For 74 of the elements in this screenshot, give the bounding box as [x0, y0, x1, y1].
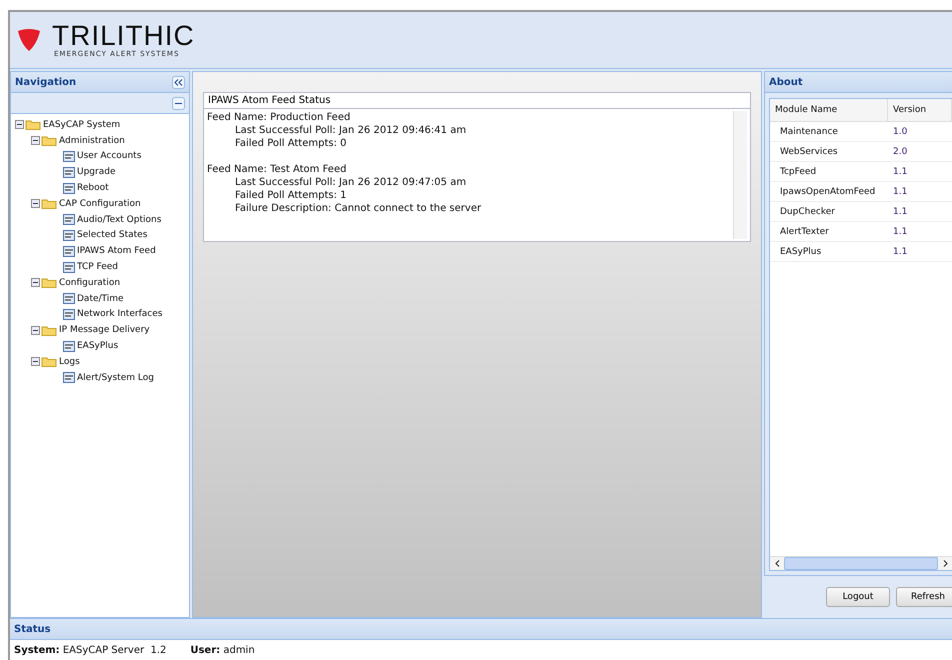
page-icon — [63, 230, 75, 241]
table-cell: 1.1 — [888, 242, 952, 262]
brand-name: TRILITHIC — [52, 22, 195, 50]
table-cell: 1.1 — [888, 162, 952, 182]
tree-item[interactable]: Date/Time — [15, 290, 189, 307]
tree-item[interactable]: Configuration — [15, 274, 189, 291]
tree-item[interactable]: TCP Feed — [15, 259, 189, 275]
feed-detail: Failed Poll Attempts: 0 — [234, 137, 348, 150]
horizontal-scrollbar[interactable] — [770, 556, 952, 570]
feed-name: Feed Name: Production Feed — [207, 111, 352, 124]
feed-name: Feed Name: Test Atom Feed — [207, 163, 348, 176]
table-cell: 1.1 — [888, 202, 952, 222]
feed-detail: Last Successful Poll: Jan 26 2012 09:46:41 am — [234, 124, 468, 137]
page-icon — [63, 150, 75, 162]
folder-icon — [15, 119, 41, 130]
table-cell: WebServices — [770, 142, 888, 162]
tree-item[interactable]: Administration — [15, 132, 189, 149]
scroll-left-icon[interactable] — [774, 560, 780, 567]
box-title: IPAWS Atom Feed Status — [208, 95, 331, 106]
tree-item[interactable]: Upgrade — [15, 164, 189, 180]
table-cell: 1.1 — [888, 222, 952, 242]
page-icon — [63, 293, 75, 304]
tree-item[interactable]: IP Message Delivery — [15, 322, 189, 338]
table-cell: AlertTexter — [770, 222, 888, 242]
table-cell: DupChecker — [770, 202, 888, 222]
table-cell: TcpFeed — [770, 162, 888, 182]
tree-item[interactable]: CAP Configuration — [15, 196, 189, 212]
page-icon — [63, 246, 75, 257]
page-icon — [63, 340, 75, 352]
folder-icon — [31, 356, 57, 368]
table-cell: 2.0 — [888, 142, 952, 162]
collapse-all-button[interactable] — [172, 96, 185, 110]
status-title: Status — [14, 624, 51, 634]
column-header[interactable]: Module Name — [770, 99, 888, 122]
table-cell: 1.0 — [888, 122, 952, 142]
tree-item[interactable]: Reboot — [15, 180, 189, 196]
table-cell: IpawsOpenAtomFeed — [770, 182, 888, 202]
folder-icon — [31, 135, 57, 146]
panel-title: Navigation — [15, 76, 76, 88]
tree-item[interactable]: EASyPlus — [15, 338, 189, 354]
folder-icon — [31, 198, 57, 210]
tree-item[interactable]: Logs — [15, 354, 189, 370]
table-cell: 1.1 — [888, 182, 952, 202]
action-button[interactable]: Refresh — [896, 587, 952, 607]
panel-title: About — [769, 76, 803, 88]
feed-detail: Last Successful Poll: Jan 26 2012 09:47:05 am — [234, 176, 468, 189]
page-icon — [63, 182, 75, 194]
scrollbar[interactable] — [733, 111, 747, 239]
folder-icon — [31, 324, 57, 336]
folder-icon — [31, 277, 57, 288]
tree-item[interactable]: Network Interfaces — [15, 306, 189, 322]
minus-icon — [175, 102, 182, 104]
status-field: System: EASyCAP Server 1.2 — [14, 644, 166, 656]
status-field: User: admin — [190, 644, 255, 656]
logo-icon — [16, 28, 42, 52]
tree-item[interactable]: EASyCAP System — [15, 117, 189, 133]
column-header[interactable]: Version — [888, 99, 952, 122]
tree-item[interactable]: IPAWS Atom Feed — [15, 243, 189, 260]
scroll-right-icon[interactable] — [942, 560, 948, 567]
collapse-button[interactable] — [172, 76, 185, 88]
page-icon — [63, 166, 75, 178]
table-cell: EASyPlus — [770, 242, 888, 262]
feed-detail: Failed Poll Attempts: 1 — [234, 189, 348, 202]
tree-item[interactable]: Audio/Text Options — [15, 212, 189, 228]
action-button[interactable]: Logout — [826, 587, 890, 607]
tree-item[interactable]: Selected States — [15, 228, 189, 244]
tree-item[interactable]: Alert/System Log — [15, 370, 189, 386]
page-icon — [63, 262, 75, 273]
tree-item[interactable]: User Accounts — [15, 148, 189, 164]
feed-detail: Failure Description: Cannot connect to the server — [234, 202, 482, 215]
page-icon — [63, 308, 75, 320]
page-icon — [63, 214, 75, 226]
page-icon — [63, 372, 75, 384]
table-cell: Maintenance — [770, 122, 888, 142]
